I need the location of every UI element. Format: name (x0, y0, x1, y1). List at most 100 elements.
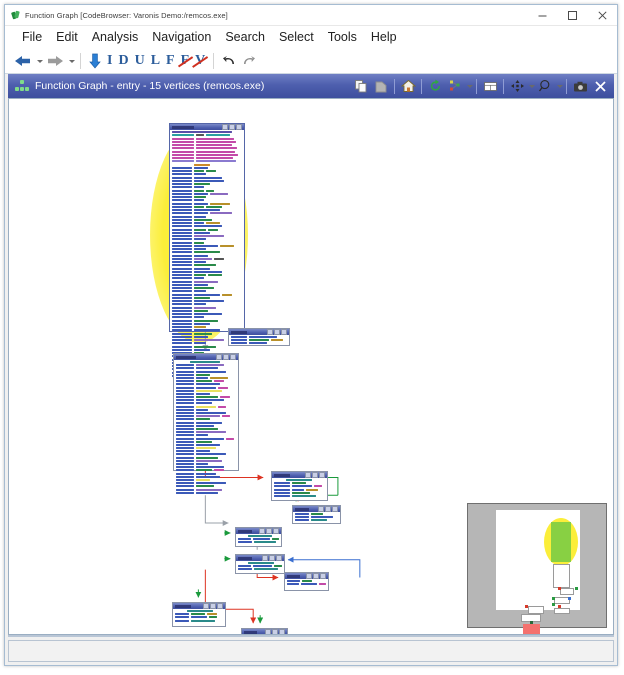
window-titlebar: Function Graph [CodeBrowser: Varonis Dem… (5, 5, 617, 26)
vertex-window-buttons[interactable] (262, 555, 283, 561)
provider-toolbar (351, 75, 610, 97)
minimize-button[interactable] (527, 5, 557, 25)
vertex-disassembly (236, 561, 284, 573)
vertex-window-buttons[interactable] (265, 629, 286, 634)
satellite-view[interactable] (467, 503, 607, 634)
label-filter-button[interactable]: L (148, 54, 163, 68)
paste-icon[interactable] (371, 75, 391, 97)
vertex-disassembly (236, 534, 281, 546)
satellite-edge-marker (525, 605, 528, 608)
vertex-window-buttons[interactable] (203, 603, 224, 609)
satellite-block (554, 608, 570, 614)
satellite-edge-marker (568, 597, 571, 600)
graph-vertex-block[interactable] (284, 572, 329, 591)
vertex-window-buttons[interactable] (267, 329, 288, 335)
move-icon[interactable] (507, 75, 527, 97)
toolbar-separator (80, 53, 81, 69)
menu-item-file[interactable]: File (15, 28, 49, 46)
camera-icon[interactable] (570, 75, 590, 97)
function-graph-window: Function Graph [CodeBrowser: Varonis Dem… (4, 4, 618, 666)
vertex-window-buttons[interactable] (306, 573, 327, 579)
layout-dropdown-caret[interactable] (467, 84, 473, 88)
graph-vertex-block[interactable] (241, 628, 288, 634)
menubar: File Edit Analysis Navigation Search Sel… (5, 26, 617, 49)
magnifier-icon[interactable] (535, 75, 555, 97)
satellite-edge-marker (552, 603, 555, 606)
satellite-edge-marker (558, 587, 561, 590)
panel-divider[interactable] (8, 635, 614, 637)
vertex-window-buttons[interactable] (318, 506, 339, 512)
forward-dropdown-caret[interactable] (69, 59, 75, 63)
satellite-terminator-block (523, 624, 540, 634)
home-icon[interactable] (398, 75, 418, 97)
graph-vertex-block[interactable] (292, 505, 341, 524)
status-bar (8, 640, 614, 662)
copy-icon[interactable] (351, 75, 371, 97)
instruction-filter-button[interactable]: I (104, 54, 115, 68)
satellite-edge-marker (575, 587, 578, 590)
graph-viewport[interactable] (9, 99, 613, 634)
vertex-titlebar[interactable] (242, 629, 287, 634)
vertex-window-buttons[interactable] (259, 528, 280, 534)
menu-item-navigation[interactable]: Navigation (145, 28, 218, 46)
no-view-filter-button[interactable]: V (192, 54, 208, 68)
magnifier-dropdown-caret[interactable] (557, 84, 563, 88)
function-graph-provider-header: Function Graph - entry - 15 vertices (re… (8, 74, 614, 98)
maximize-button[interactable] (557, 5, 587, 25)
satellite-current-block (551, 522, 571, 562)
satellite-block (560, 588, 574, 595)
graph-vertex-block[interactable] (271, 471, 328, 501)
menu-item-analysis[interactable]: Analysis (85, 28, 146, 46)
graph-vertex-block[interactable] (173, 353, 239, 494)
function-graph-icon (15, 80, 29, 92)
provider-separator (421, 78, 422, 94)
function-graph-canvas[interactable] (8, 98, 614, 635)
satellite-edge-marker (552, 597, 555, 600)
table-icon[interactable] (480, 75, 500, 97)
main-toolbar: I D U L F F V (5, 49, 617, 74)
undo-button[interactable] (219, 50, 239, 72)
vertex-window-buttons[interactable] (305, 472, 326, 478)
toolbar-separator (213, 53, 215, 69)
vertex-disassembly (173, 609, 225, 624)
data-filter-button[interactable]: D (115, 54, 131, 68)
no-function-filter-button[interactable]: F (178, 54, 193, 68)
vertex-disassembly (229, 335, 289, 347)
vertex-window-buttons[interactable] (216, 354, 237, 360)
satellite-viewport (496, 510, 580, 614)
graph-vertex-block[interactable] (235, 554, 285, 574)
undefined-filter-button[interactable]: U (132, 54, 148, 68)
menu-item-tools[interactable]: Tools (321, 28, 364, 46)
menu-item-help[interactable]: Help (364, 28, 404, 46)
provider-separator (476, 78, 477, 94)
graph-vertex-block[interactable] (235, 527, 282, 547)
provider-title: Function Graph - entry - 15 vertices (re… (35, 80, 265, 92)
layout-icon[interactable] (445, 75, 465, 97)
window-controls (527, 5, 617, 25)
ghidra-dragon-icon (11, 10, 21, 20)
function-filter-button[interactable]: F (163, 54, 178, 68)
graph-vertex-block[interactable] (172, 602, 226, 627)
redo-button[interactable] (239, 50, 259, 72)
close-button[interactable] (587, 5, 617, 25)
provider-separator (394, 78, 395, 94)
forward-button[interactable] (43, 50, 67, 72)
menu-item-search[interactable]: Search (218, 28, 272, 46)
graph-vertex-block[interactable] (228, 328, 290, 346)
vertex-disassembly (293, 512, 340, 524)
window-title: Function Graph [CodeBrowser: Varonis Dem… (25, 10, 228, 20)
vertex-disassembly (285, 579, 328, 587)
provider-separator (566, 78, 567, 94)
graph-vertex-entry[interactable] (169, 123, 245, 377)
vertex-disassembly (272, 478, 327, 499)
vertex-disassembly (174, 360, 238, 496)
refresh-icon[interactable] (425, 75, 445, 97)
provider-separator (503, 78, 504, 94)
menu-item-edit[interactable]: Edit (49, 28, 85, 46)
menu-item-select[interactable]: Select (272, 28, 321, 46)
close-provider-button[interactable] (590, 75, 610, 97)
satellite-block (528, 606, 544, 614)
arrow-down-icon[interactable] (86, 50, 104, 72)
back-button[interactable] (11, 50, 35, 72)
vertex-window-buttons[interactable] (222, 124, 243, 130)
